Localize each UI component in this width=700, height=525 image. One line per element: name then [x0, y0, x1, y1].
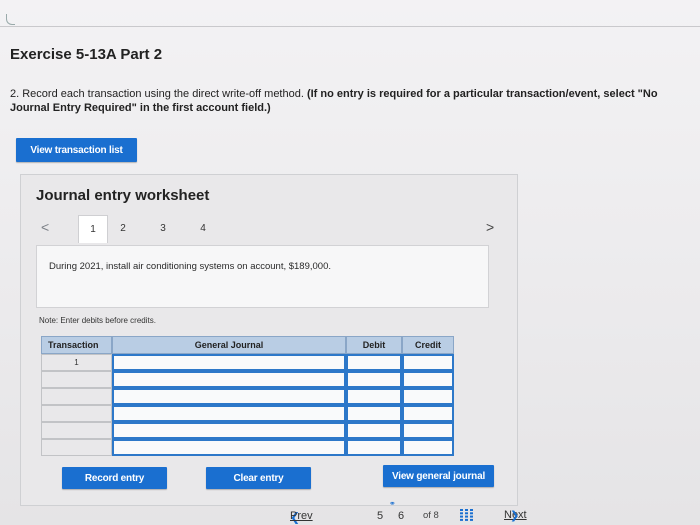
row-2-credit-field[interactable] — [402, 371, 454, 388]
row-6-credit-field[interactable] — [402, 439, 454, 456]
instruction-lead: 2. Record each transaction using the dir… — [10, 88, 307, 100]
worksheet-title: Journal entry worksheet — [36, 187, 210, 204]
page-of-total: of 8 — [423, 510, 439, 521]
instruction-text: 2. Record each transaction using the dir… — [10, 87, 695, 115]
worksheet-tab-3[interactable]: 3 — [149, 215, 177, 241]
row-6-transaction — [41, 439, 112, 456]
row-5-debit-field[interactable] — [346, 422, 402, 439]
worksheet-tab-2[interactable]: 2 — [109, 215, 137, 241]
row-5-credit-field[interactable] — [402, 422, 454, 439]
row-3-transaction — [41, 388, 112, 405]
grid-icon[interactable] — [460, 509, 474, 521]
row-4-account-field[interactable] — [112, 405, 346, 422]
top-corner-mark — [6, 14, 15, 25]
journal-rows: 1 — [41, 354, 454, 456]
row-2-account-field[interactable] — [112, 371, 346, 388]
journal-table: Transaction General Journal Debit Credit… — [41, 336, 476, 456]
transaction-description: During 2021, install air conditioning sy… — [49, 261, 332, 272]
row-5-account-field[interactable] — [112, 422, 346, 439]
page-number-5[interactable]: 5 — [377, 510, 383, 522]
prev-transaction-arrow[interactable]: < — [41, 219, 49, 235]
row-4-debit-field[interactable] — [346, 405, 402, 422]
row-3-account-field[interactable] — [112, 388, 346, 405]
row-2-transaction — [41, 371, 112, 388]
page-number-6[interactable]: 6 — [398, 510, 404, 522]
row-5-transaction — [41, 422, 112, 439]
prev-label: Prev — [290, 510, 313, 522]
header-credit: Credit — [402, 336, 454, 354]
page-background: Exercise 5-13A Part 2 2. Record each tra… — [0, 0, 700, 525]
row-1-credit-field[interactable] — [402, 354, 454, 371]
row-3-debit-field[interactable] — [346, 388, 402, 405]
header-general-journal: General Journal — [112, 336, 346, 354]
record-entry-button[interactable]: Record entry — [62, 467, 167, 489]
row-6-account-field[interactable] — [112, 439, 346, 456]
row-1-account-field[interactable] — [112, 354, 346, 371]
exercise-title: Exercise 5-13A Part 2 — [10, 46, 163, 63]
journal-entry-worksheet: Journal entry worksheet < 1 2 3 4 > Duri… — [20, 174, 518, 506]
row-4-credit-field[interactable] — [402, 405, 454, 422]
row-6-debit-field[interactable] — [346, 439, 402, 456]
worksheet-tab-4[interactable]: 4 — [189, 215, 217, 241]
row-4-transaction — [41, 405, 112, 422]
next-transaction-arrow[interactable]: > — [486, 219, 494, 235]
row-2-debit-field[interactable] — [346, 371, 402, 388]
link-icon: ⚭ — [389, 499, 396, 508]
row-1-debit-field[interactable] — [346, 354, 402, 371]
pagination-bar: ❮ Prev ⚭ 5 6 of 8 Next ❯ — [0, 499, 700, 525]
view-general-journal-button[interactable]: View general journal — [383, 465, 494, 487]
header-divider — [0, 26, 700, 27]
view-transaction-list-button[interactable]: View transaction list — [16, 138, 137, 162]
row-3-credit-field[interactable] — [402, 388, 454, 405]
header-debit: Debit — [346, 336, 402, 354]
worksheet-tab-1[interactable]: 1 — [78, 215, 108, 243]
row-1-transaction: 1 — [41, 354, 112, 371]
clear-entry-button[interactable]: Clear entry — [206, 467, 311, 489]
transaction-description-box: During 2021, install air conditioning sy… — [36, 245, 489, 308]
chevron-right-icon: ❯ — [510, 510, 520, 522]
header-transaction: Transaction — [41, 336, 112, 354]
debits-note: Note: Enter debits before credits. — [39, 316, 156, 325]
